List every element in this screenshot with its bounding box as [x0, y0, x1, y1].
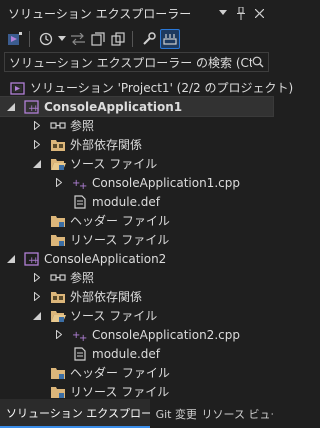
tree-row-project[interactable]: + + ConsoleApplication2 — [0, 249, 273, 268]
tree-row-references[interactable]: 参照 — [0, 116, 273, 135]
references-icon — [50, 270, 66, 286]
svg-text:+: + — [32, 104, 40, 114]
cpp-file-icon: + + — [72, 327, 88, 343]
tree-row-def-file[interactable]: module.def — [0, 192, 273, 211]
solution-label: ソリューション 'Project1' (2/2 のプロジェクト) — [30, 81, 294, 95]
collapsed-arrow-icon[interactable] — [32, 140, 42, 150]
preview-selected-items-icon[interactable] — [160, 29, 180, 49]
external-deps-icon — [50, 289, 66, 305]
tab-solution-explorer[interactable]: ソリューション エクスプローラー — [0, 399, 150, 428]
tree-row-resource-folder[interactable]: リソース ファイル — [0, 230, 273, 249]
search-input[interactable]: ソリューション エクスプローラー の検索 (Ctrl+:) — [4, 52, 269, 72]
source-folder-label: ソース ファイル — [70, 309, 158, 323]
copy-windows-icon[interactable] — [109, 30, 127, 48]
switch-view-icon[interactable] — [6, 30, 24, 48]
toolbar-separator — [132, 31, 133, 47]
tree-row-solution[interactable]: ソリューション 'Project1' (2/2 のプロジェクト) — [0, 78, 293, 97]
close-icon[interactable] — [253, 6, 265, 20]
search-icon[interactable] — [252, 56, 264, 68]
external-deps-label: 外部依存関係 — [70, 290, 143, 304]
svg-text:+: + — [79, 333, 87, 342]
svg-text:+: + — [32, 256, 40, 266]
expanded-arrow-icon[interactable] — [32, 159, 42, 169]
project-label: ConsoleApplication2 — [44, 251, 167, 266]
folder-icon — [50, 384, 66, 400]
tree-row-references[interactable]: 参照 — [0, 268, 273, 287]
collapsed-arrow-icon[interactable] — [32, 273, 42, 283]
window-position-dropdown-icon[interactable] — [217, 6, 229, 20]
solution-icon — [10, 80, 26, 96]
expanded-arrow-icon[interactable] — [6, 102, 16, 112]
expanded-arrow-icon[interactable] — [6, 254, 16, 264]
def-file-label: module.def — [92, 346, 161, 361]
def-file-icon — [72, 346, 88, 362]
history-icon[interactable] — [37, 30, 55, 48]
folder-icon — [50, 232, 66, 248]
header-folder-label: ヘッダー ファイル — [70, 366, 170, 380]
bottom-tabs: ソリューション エクスプローラー Git 変更 リソース ビュー — [0, 399, 273, 428]
cpp-file-label: ConsoleApplication2.cpp — [92, 327, 240, 342]
project-label: ConsoleApplication1 — [44, 99, 183, 114]
collapsed-arrow-icon[interactable] — [54, 178, 64, 188]
tree-row-header-folder[interactable]: ヘッダー ファイル — [0, 363, 273, 382]
tree-row-def-file[interactable]: module.def — [0, 344, 273, 363]
toolbar — [0, 26, 273, 52]
folder-icon — [50, 213, 66, 229]
cpp-project-icon: + + — [24, 99, 40, 115]
tree-row-source-folder[interactable]: ソース ファイル — [0, 154, 273, 173]
tab-git-changes[interactable]: Git 変更 — [150, 399, 196, 428]
title-bar: ソリューション エクスプローラー — [0, 0, 273, 26]
references-label: 参照 — [70, 271, 95, 285]
folder-open-icon — [50, 308, 66, 324]
resource-folder-label: リソース ファイル — [70, 385, 170, 399]
collapsed-arrow-icon[interactable] — [54, 330, 64, 340]
references-icon — [50, 118, 66, 134]
title-actions — [217, 6, 265, 20]
tree-row-header-folder[interactable]: ヘッダー ファイル — [0, 211, 273, 230]
folder-icon — [50, 365, 66, 381]
tree-row-cpp-file[interactable]: + + ConsoleApplication2.cpp — [0, 325, 273, 344]
svg-text:+: + — [79, 181, 87, 190]
sync-arrows-icon[interactable] — [69, 30, 87, 48]
source-folder-label: ソース ファイル — [70, 157, 158, 171]
toolbar-separator — [29, 31, 30, 47]
expanded-arrow-icon[interactable] — [32, 311, 42, 321]
pin-icon[interactable] — [235, 6, 247, 20]
tree-row-project[interactable]: + + ConsoleApplication1 — [0, 96, 274, 117]
tab-resource-view[interactable]: リソース ビュー — [196, 399, 274, 428]
cpp-file-label: ConsoleApplication1.cpp — [92, 175, 240, 190]
resource-folder-label: リソース ファイル — [70, 233, 170, 247]
folder-open-icon — [50, 156, 66, 172]
wrench-icon[interactable] — [140, 30, 158, 48]
tree-row-cpp-file[interactable]: + + ConsoleApplication1.cpp — [0, 173, 273, 192]
collapsed-arrow-icon[interactable] — [32, 121, 42, 131]
collapse-all-icon[interactable] — [89, 30, 107, 48]
tree-row-external-deps[interactable]: 外部依存関係 — [0, 135, 273, 154]
external-deps-label: 外部依存関係 — [70, 138, 143, 152]
tree-row-source-folder[interactable]: ソース ファイル — [0, 306, 273, 325]
solution-tree: ソリューション 'Project1' (2/2 のプロジェクト) + + Cons… — [0, 76, 293, 399]
cpp-project-icon: + + — [24, 251, 40, 267]
header-folder-label: ヘッダー ファイル — [70, 214, 170, 228]
chevron-down-icon[interactable] — [57, 30, 67, 48]
def-file-icon — [72, 194, 88, 210]
solution-explorer-panel: ソリューション エクスプローラー ソリューション エクスプローラー の検索 (C… — [0, 0, 293, 428]
search-placeholder: ソリューション エクスプローラー の検索 (Ctrl+:) — [9, 55, 252, 70]
tree-row-external-deps[interactable]: 外部依存関係 — [0, 287, 273, 306]
panel-title: ソリューション エクスプローラー — [8, 6, 192, 21]
external-deps-icon — [50, 137, 66, 153]
cpp-file-icon: + + — [72, 175, 88, 191]
collapsed-arrow-icon[interactable] — [32, 292, 42, 302]
def-file-label: module.def — [92, 194, 161, 209]
references-label: 参照 — [70, 119, 95, 133]
